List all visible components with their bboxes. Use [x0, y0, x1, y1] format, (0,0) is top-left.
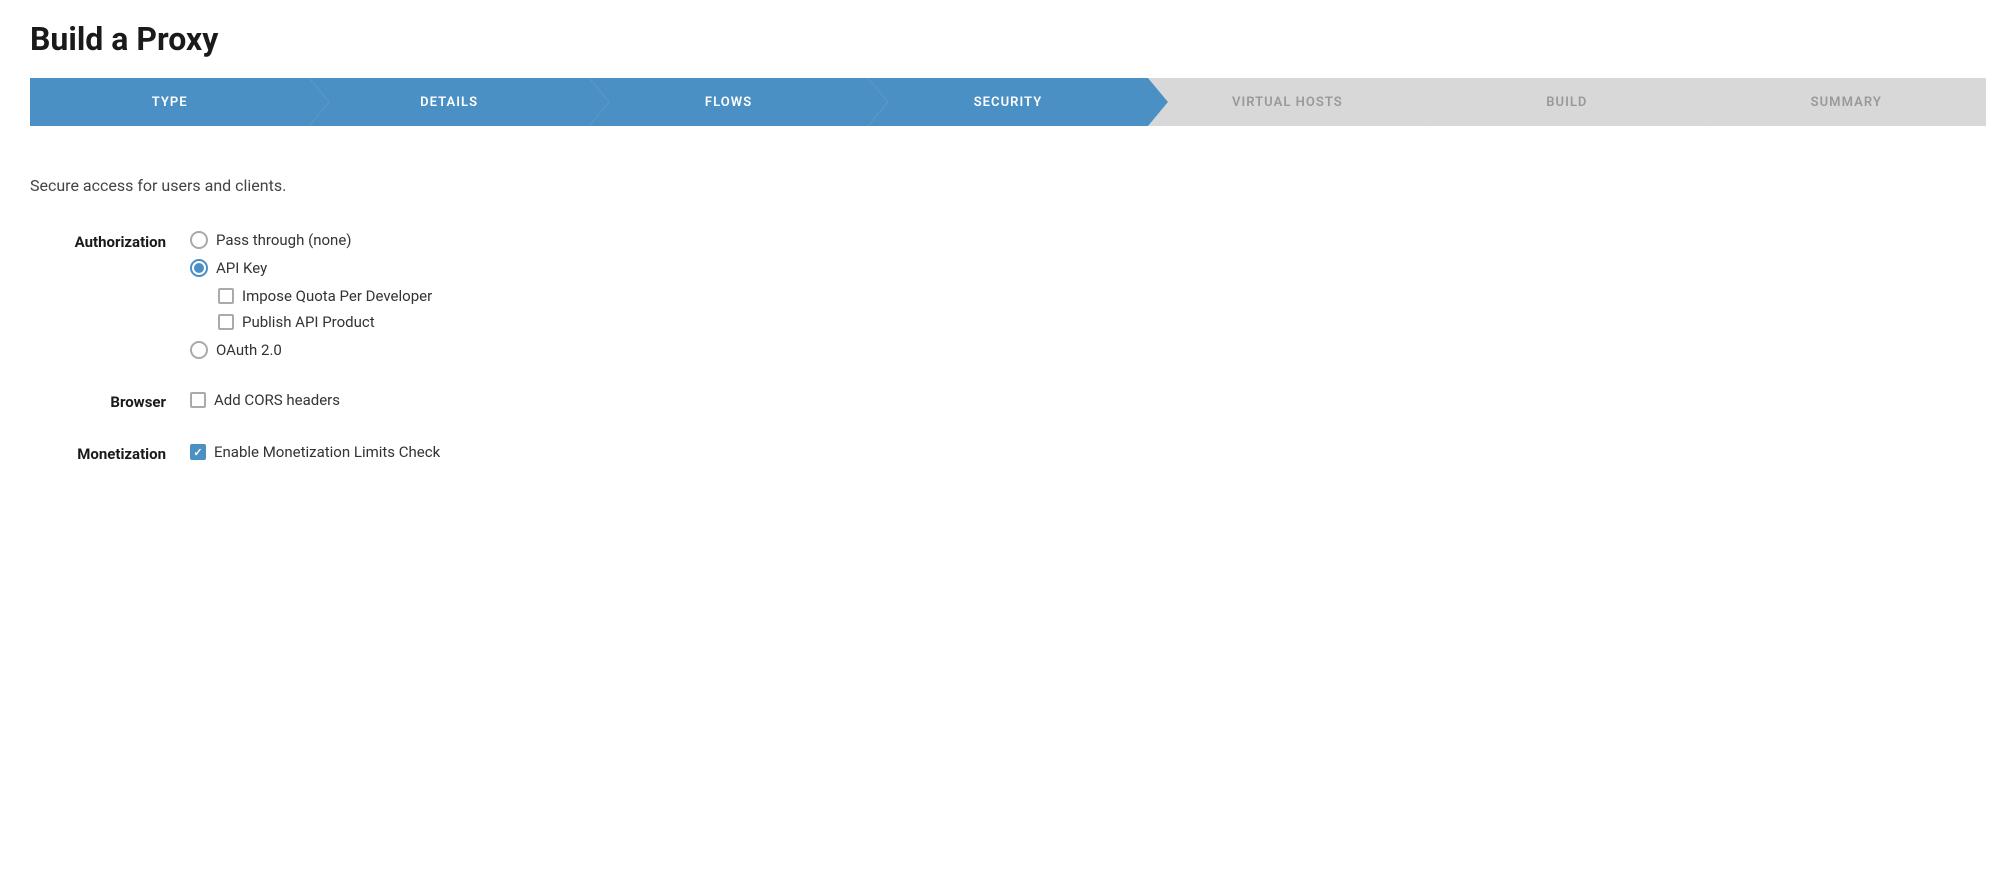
- radio-oauth[interactable]: OAuth 2.0: [190, 341, 432, 359]
- api-key-sub-options: Impose Quota Per Developer Publish API P…: [218, 287, 432, 331]
- checkbox-impose-quota-indicator: [218, 288, 234, 304]
- browser-section: Browser Add CORS headers: [30, 391, 1986, 411]
- stepper: TYPE DETAILS FLOWS SECURITY VIRTUAL HOST…: [30, 78, 1986, 126]
- browser-label: Browser: [30, 391, 190, 411]
- step-summary[interactable]: SUMMARY: [1707, 78, 1986, 126]
- checkbox-publish-api[interactable]: Publish API Product: [218, 313, 432, 331]
- radio-api-key-indicator: [190, 259, 208, 277]
- monetization-label: Monetization: [30, 443, 190, 463]
- radio-pass-through-label: Pass through (none): [216, 231, 352, 249]
- browser-controls: Add CORS headers: [190, 391, 340, 409]
- step-build[interactable]: BUILD: [1427, 78, 1706, 126]
- step-details[interactable]: DETAILS: [309, 78, 588, 126]
- radio-oauth-label: OAuth 2.0: [216, 341, 282, 359]
- checkbox-cors-indicator: [190, 392, 206, 408]
- checkbox-publish-api-indicator: [218, 314, 234, 330]
- monetization-section: Monetization Enable Monetization Limits …: [30, 443, 1986, 463]
- checkbox-monetization-label: Enable Monetization Limits Check: [214, 443, 440, 461]
- step-type[interactable]: TYPE: [30, 78, 309, 126]
- checkbox-impose-quota-label: Impose Quota Per Developer: [242, 287, 432, 305]
- radio-pass-through[interactable]: Pass through (none): [190, 231, 432, 249]
- main-content: Secure access for users and clients. Aut…: [30, 166, 1986, 505]
- step-security[interactable]: SECURITY: [868, 78, 1147, 126]
- checkbox-impose-quota[interactable]: Impose Quota Per Developer: [218, 287, 432, 305]
- page-title: Build a Proxy: [30, 20, 1986, 58]
- section-subtitle: Secure access for users and clients.: [30, 176, 1986, 195]
- radio-api-key[interactable]: API Key: [190, 259, 432, 277]
- step-virtual-hosts[interactable]: VIRTUAL HOSTS: [1148, 78, 1427, 126]
- step-flows[interactable]: FLOWS: [589, 78, 868, 126]
- checkbox-publish-api-label: Publish API Product: [242, 313, 375, 331]
- checkbox-monetization-indicator: [190, 444, 206, 460]
- radio-api-key-label: API Key: [216, 259, 267, 277]
- authorization-label: Authorization: [30, 231, 190, 251]
- radio-oauth-indicator: [190, 341, 208, 359]
- checkbox-cors[interactable]: Add CORS headers: [190, 391, 340, 409]
- checkbox-monetization[interactable]: Enable Monetization Limits Check: [190, 443, 440, 461]
- radio-pass-through-indicator: [190, 231, 208, 249]
- authorization-controls: Pass through (none) API Key Impose Quota…: [190, 231, 432, 359]
- authorization-section: Authorization Pass through (none) API Ke…: [30, 231, 1986, 359]
- monetization-controls: Enable Monetization Limits Check: [190, 443, 440, 461]
- checkbox-cors-label: Add CORS headers: [214, 391, 340, 409]
